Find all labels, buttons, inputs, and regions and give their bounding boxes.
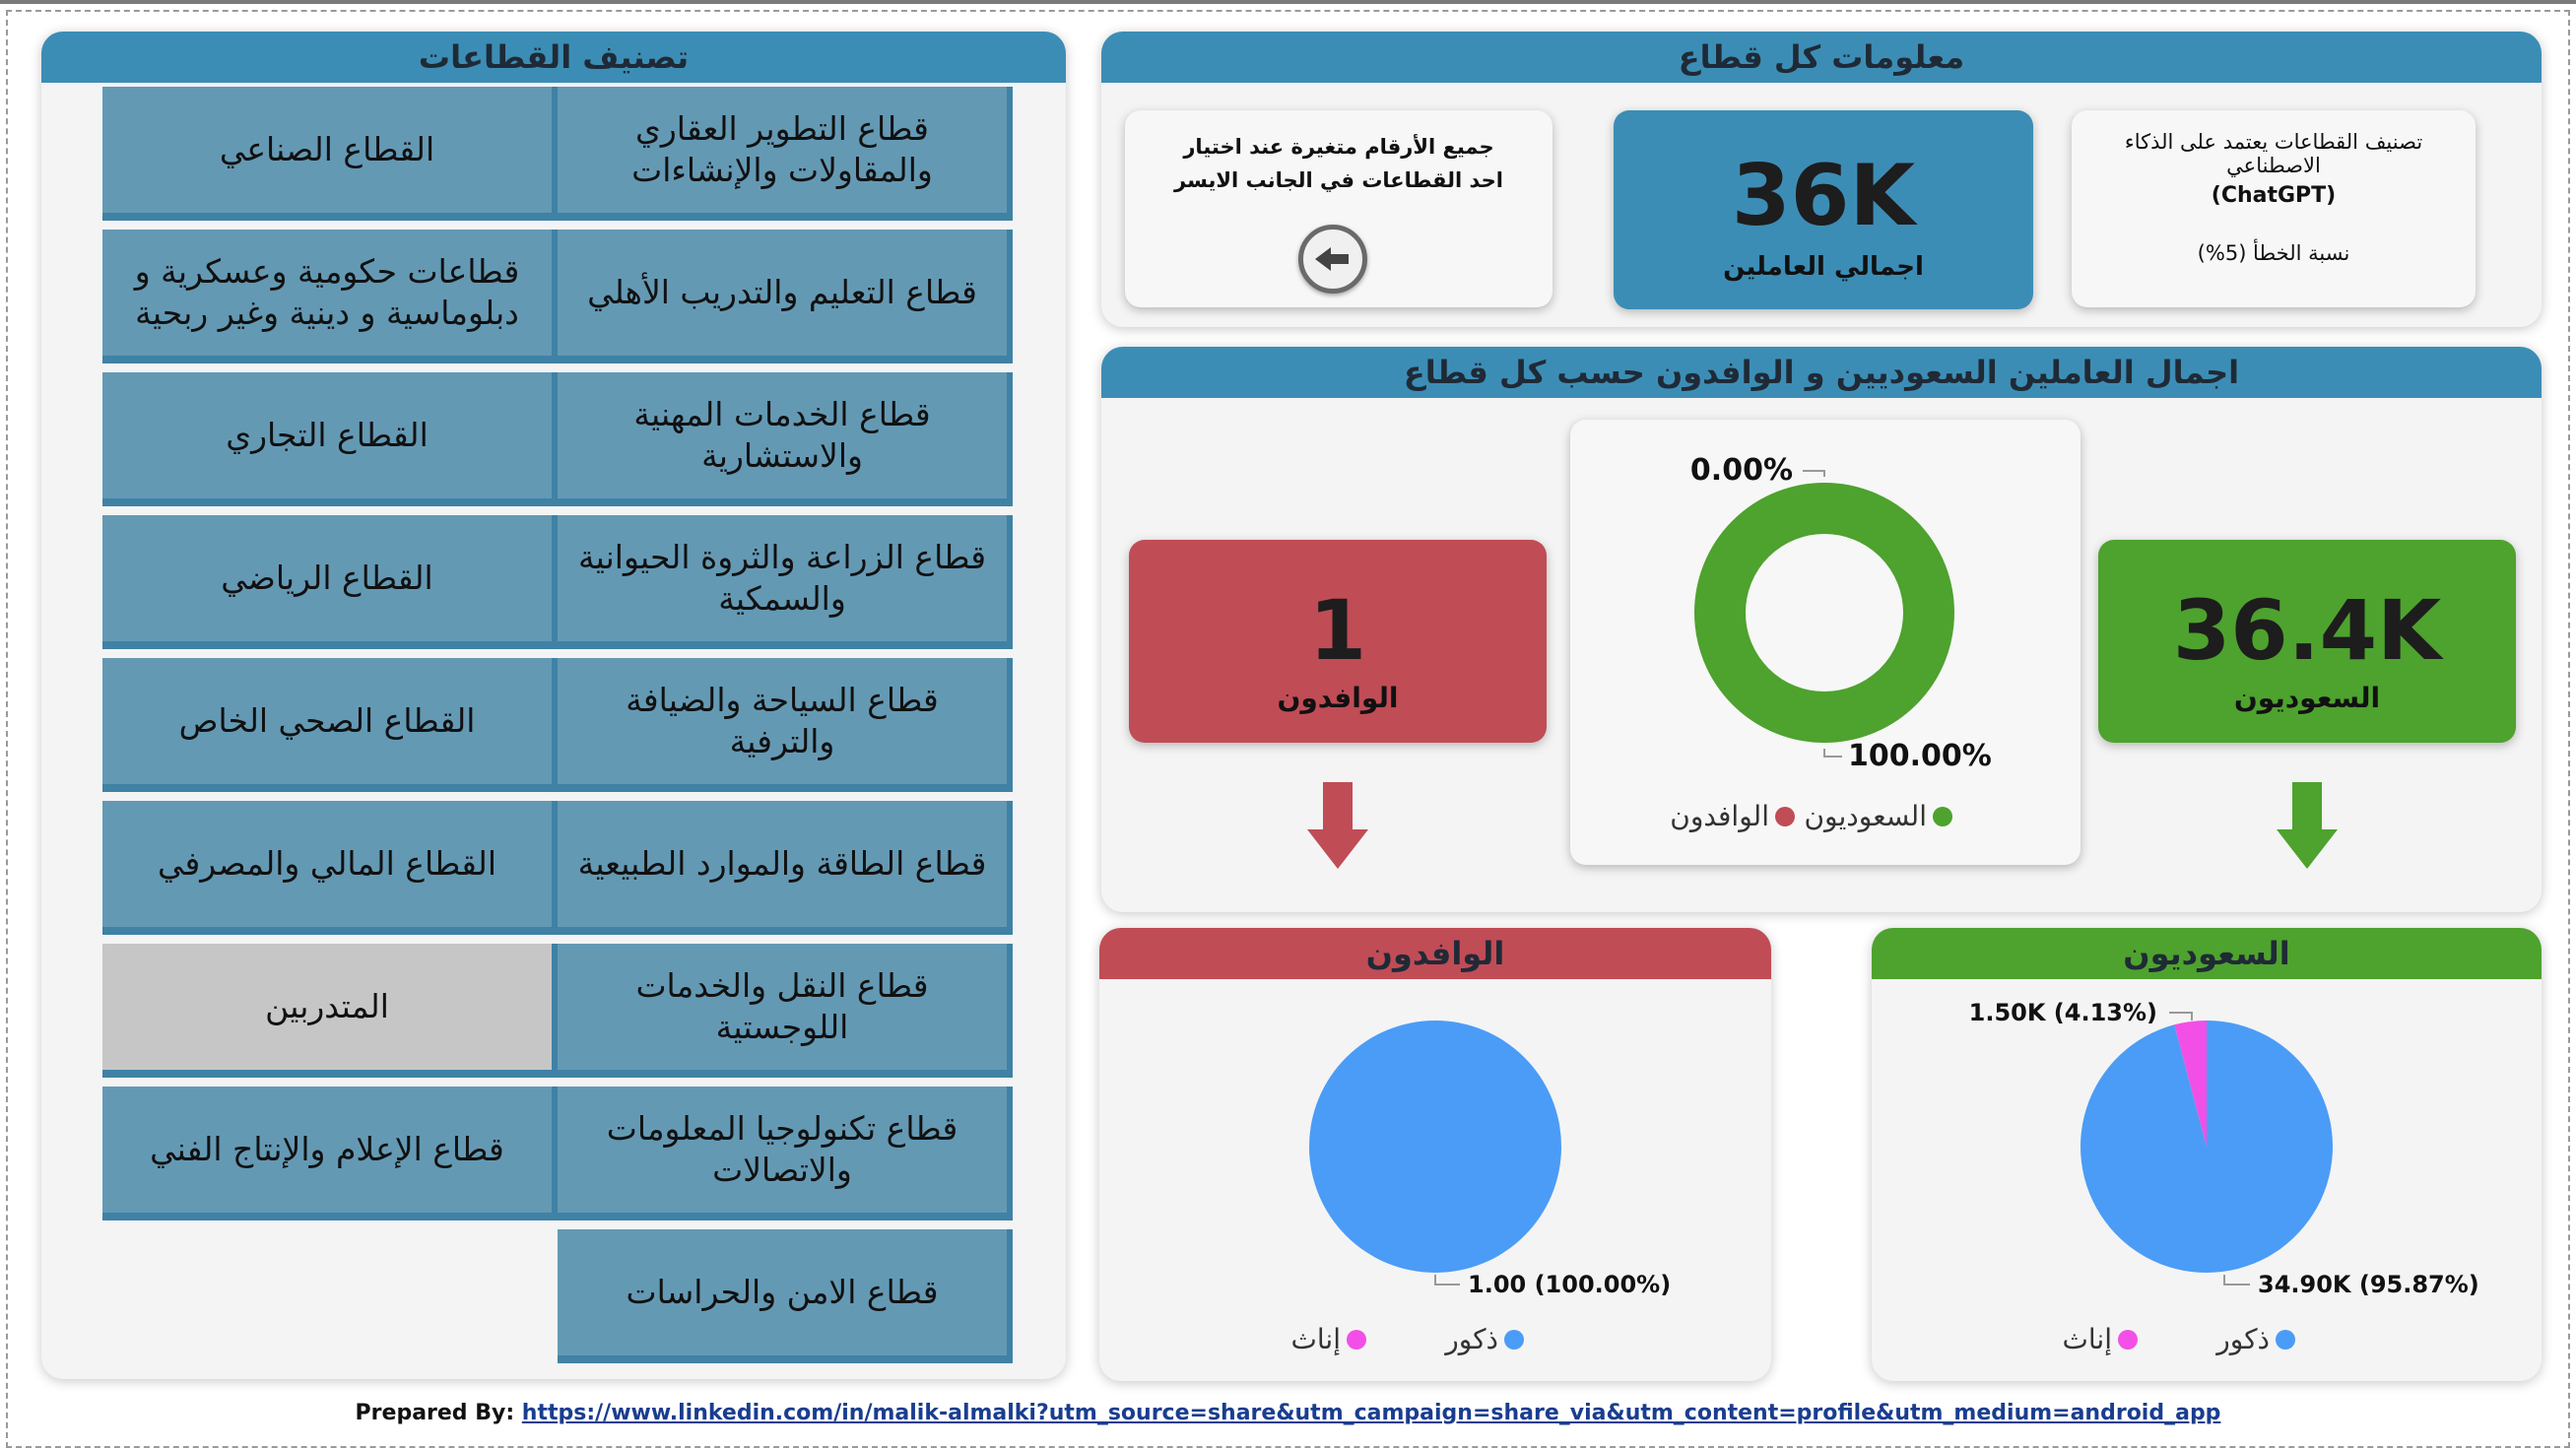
sector-button-7[interactable]: القطاع الرياضي (102, 515, 558, 649)
saudi-pie-data-label-0: 34.90K (95.87%) (2258, 1271, 2479, 1298)
sector-button-6[interactable]: قطاع الزراعة والثروة الحيوانية والسمكية (558, 515, 1013, 649)
donut-data-label-1: 0.00% (1690, 453, 1793, 488)
total-employees-label: اجمالي العاملين (1723, 252, 1924, 282)
saudi-down-arrow-icon (2277, 782, 2338, 869)
expat-count-value: 1 (1308, 582, 1367, 679)
expat-gender-pie-chart: 1.00 (100.00%) ذكور إناث (1291, 1021, 1671, 1355)
saudi-pie-legend-label-0: ذكور (2214, 1323, 2270, 1355)
saudi-count-label: السعوديون (2233, 682, 2381, 714)
expat-count-label: الوافدون (1277, 682, 1399, 714)
expat-pie-legend-dot-1 (1347, 1330, 1366, 1350)
sector-button-11[interactable]: القطاع المالي والمصرفي (102, 801, 558, 935)
donut-leader-0 (1823, 749, 1842, 758)
total-employees-value: 36K (1731, 147, 1916, 245)
sector-button-3[interactable]: قطاعات حكومية وعسكرية و دبلوماسية و ديني… (102, 230, 558, 363)
expat-pie-legend-dot-0 (1504, 1330, 1524, 1350)
sector-button-0[interactable]: قطاع التطوير العقاري والمقاولات والإنشاء… (558, 87, 1013, 221)
saudi-gender-title: السعوديون (1872, 928, 2542, 979)
hint-text: جميع الأرقام متغيرة عند اختيار احد القطا… (1174, 135, 1503, 192)
sector-button-8[interactable]: قطاع السياحة والضيافة والترفية (558, 658, 1013, 792)
saudi-pie-leader-1 (2169, 1012, 2193, 1021)
expat-pie-legend-label-0: ذكور (1443, 1323, 1498, 1355)
footer-link[interactable]: https://www.linkedin.com/in/malik-almalk… (522, 1401, 2221, 1425)
donut-legend-label-0: السعوديون (1804, 800, 1927, 832)
sector-button-2[interactable]: قطاع التعليم والتدريب الأهلي (558, 230, 1013, 363)
sector-button-4[interactable]: قطاع الخدمات المهنية والاستشارية (558, 372, 1013, 506)
expat-pie-legend-label-1: إناث (1291, 1323, 1341, 1355)
info-panel: معلومات كل قطاع تصنيف القطاعات يعتمد على… (1101, 32, 2542, 327)
sectors-panel: تصنيف القطاعات قطاع التطوير العقاري والم… (41, 32, 1066, 1379)
saudi-pie-legend-label-1: إناث (2063, 1323, 2112, 1355)
donut-legend-dot-0 (1933, 807, 1952, 826)
sector-button-10[interactable]: قطاع الطاقة والموارد الطبيعية (558, 801, 1013, 935)
expat-gender-panel: الوافدون 1.00 (100.00%) ذكور إناث (1099, 928, 1771, 1381)
footer-prefix: Prepared By: (355, 1401, 515, 1425)
donut-legend-label-1: الوافدون (1670, 800, 1769, 832)
expat-down-arrow-icon (1307, 782, 1368, 869)
footer: Prepared By: https://www.linkedin.com/in… (0, 1401, 2576, 1425)
arrow-left-icon[interactable] (1298, 225, 1367, 294)
sector-button-15[interactable]: قطاع الإعلام والإنتاج الفني (102, 1087, 558, 1220)
donut-data-label-0: 100.00% (1848, 739, 1992, 773)
split-panel-title: اجمال العاملين السعوديين و الوافدون حسب … (1101, 347, 2542, 398)
saudi-count-card: 36.4K السعوديون (2098, 540, 2516, 743)
sector-button-12[interactable]: قطاع النقل والخدمات اللوجستية (558, 944, 1013, 1078)
sector-button-13[interactable]: المتدربين (102, 944, 558, 1078)
saudi-pie-data-label-1: 1.50K (4.13%) (1969, 999, 2157, 1026)
total-employees-card: 36K اجمالي العاملين (1614, 110, 2033, 309)
saudi-gender-pie-chart: 34.90K (95.87%) 1.50K (4.13%) ذكور إناث (1969, 999, 2479, 1355)
ai-note-text: تصنيف القطاعات يعتمد على الذكاء الاصطناع… (2124, 130, 2423, 177)
expat-gender-title: الوافدون (1099, 928, 1771, 979)
sector-button-5[interactable]: القطاع التجاري (102, 372, 558, 506)
sector-button-1[interactable]: القطاع الصناعي (102, 87, 558, 221)
donut-chart-card: 100.00% 0.00% السعوديون الوافدون (1570, 420, 2081, 865)
donut-legend-dot-1 (1775, 807, 1795, 826)
saudi-pie-legend-dot-0 (2276, 1330, 2295, 1350)
expat-pie-leader-0 (1434, 1275, 1460, 1285)
donut-leader-1 (1803, 470, 1825, 477)
hint-card: جميع الأرقام متغيرة عند اختيار احد القطا… (1125, 110, 1552, 307)
expat-count-card: 1 الوافدون (1129, 540, 1547, 743)
saudi-count-value: 36.4K (2172, 582, 2442, 679)
saudi-gender-panel: السعوديون 34.90K (95.87%) 1.50K (4.13%) ذك… (1872, 928, 2542, 1381)
ai-note-card: تصنيف القطاعات يعتمد على الذكاء الاصطناع… (2072, 110, 2476, 307)
sector-button-16[interactable]: قطاع الامن والحراسات (558, 1229, 1013, 1363)
ai-note-chatgpt: (ChatGPT) (2211, 183, 2337, 208)
split-panel: اجمال العاملين السعوديين و الوافدون حسب … (1101, 347, 2542, 912)
donut-chart: 100.00% 0.00% السعوديون الوافدون (1670, 453, 1992, 832)
ai-error-rate: نسبة الخطأ (5%) (2197, 241, 2350, 265)
expat-pie-slice-0 (1309, 1021, 1561, 1273)
donut-slice-0 (1694, 483, 1954, 743)
saudi-pie-legend-dot-1 (2118, 1330, 2138, 1350)
saudi-pie-leader-0 (2223, 1275, 2250, 1285)
info-panel-title: معلومات كل قطاع (1101, 32, 2542, 83)
sector-button-14[interactable]: قطاع تكنولوجيا المعلومات والاتصالات (558, 1087, 1013, 1220)
sectors-panel-title: تصنيف القطاعات (41, 32, 1066, 83)
sector-button-9[interactable]: القطاع الصحي الخاص (102, 658, 558, 792)
expat-pie-data-label-0: 1.00 (100.00%) (1468, 1271, 1671, 1298)
